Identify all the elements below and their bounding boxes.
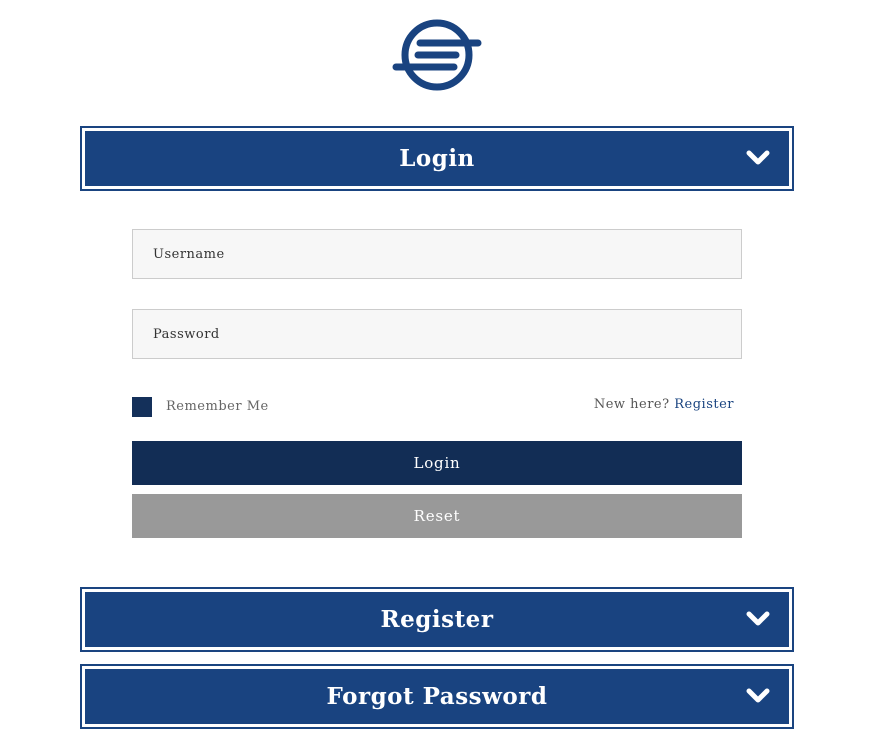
new-here-prompt: New here? Register (594, 397, 734, 412)
forgot-password-section-header[interactable]: Forgot Password (80, 664, 794, 729)
login-section-header[interactable]: Login (80, 126, 794, 191)
forgot-password-section-bar: Forgot Password (85, 669, 789, 724)
new-here-text: New here? (593, 397, 670, 412)
register-section-bar: Register (85, 592, 789, 647)
register-section-header[interactable]: Register (80, 587, 794, 652)
username-input[interactable] (132, 229, 742, 279)
register-link[interactable]: Register (674, 397, 734, 412)
remember-me-checkbox[interactable] (132, 397, 152, 417)
login-button[interactable]: Login (132, 441, 742, 485)
chevron-down-icon[interactable] (745, 610, 771, 628)
login-section-bar: Login (85, 131, 789, 186)
login-section-title: Login (399, 145, 475, 172)
register-section-title: Register (380, 606, 494, 633)
password-input[interactable] (132, 309, 742, 359)
reset-button[interactable]: Reset (132, 494, 742, 538)
chevron-down-icon[interactable] (745, 687, 771, 705)
chevron-down-icon[interactable] (745, 149, 771, 167)
logo-icon (392, 19, 482, 91)
forgot-password-section-title: Forgot Password (326, 683, 548, 710)
remember-me-label: Remember Me (166, 399, 269, 414)
